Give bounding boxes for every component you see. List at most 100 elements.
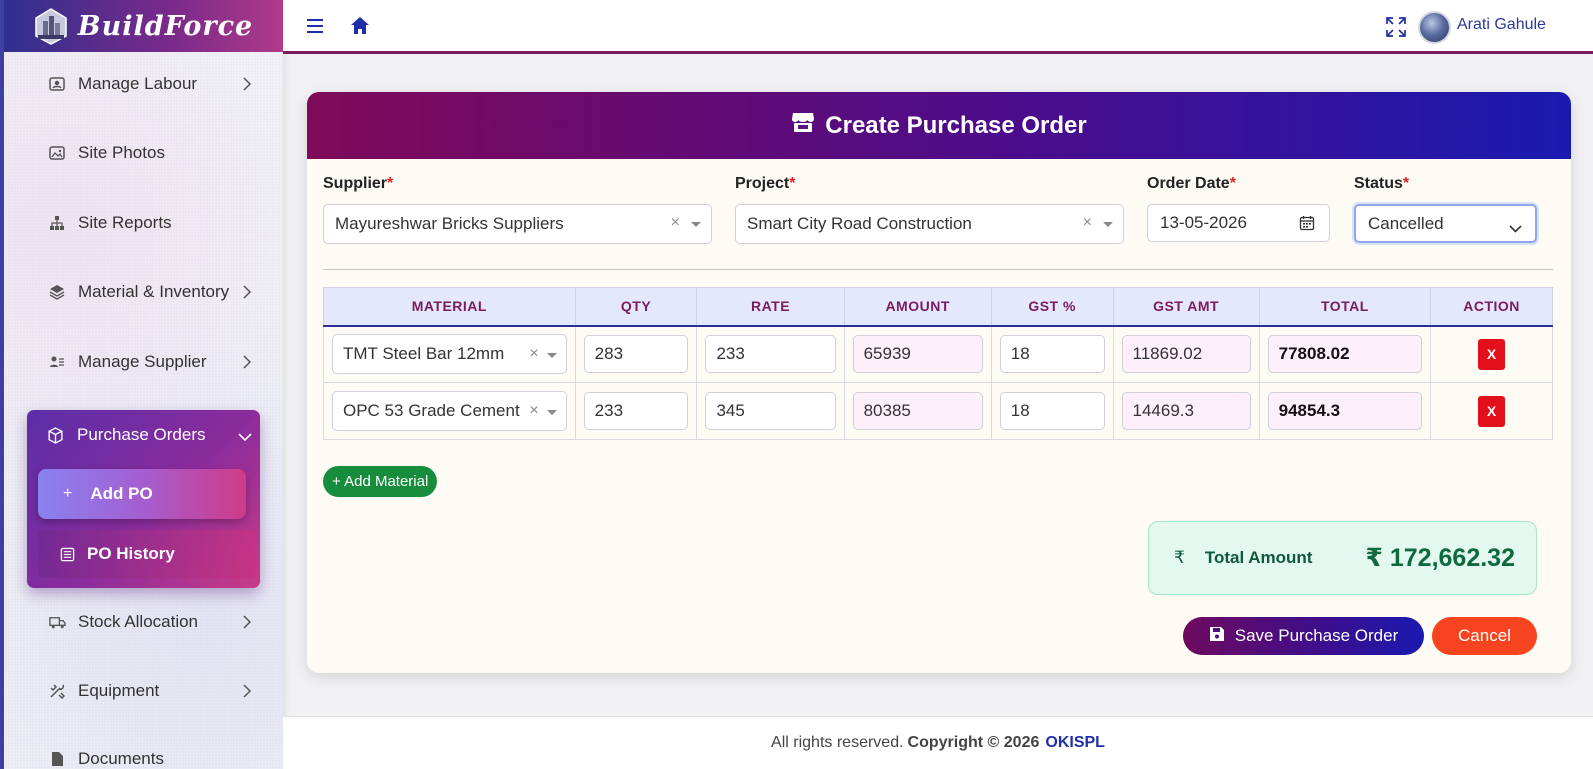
layers-icon	[48, 283, 66, 301]
card-header: Create Purchase Order	[307, 92, 1571, 159]
column-header-action: ACTION	[1430, 287, 1553, 327]
purchase-order-card: Create Purchase Order Supplier* Mayuresh…	[307, 92, 1571, 673]
table-row: TMT Steel Bar 12mm × 283 233 65939 18 11…	[323, 325, 1553, 383]
material-value: OPC 53 Grade Cement	[343, 401, 520, 420]
footer-copyright: Copyright © 2026	[907, 734, 1040, 751]
clear-icon[interactable]: ×	[671, 214, 680, 232]
amount-field: 80385	[852, 392, 983, 430]
save-purchase-order-button[interactable]: Save Purchase Order	[1183, 617, 1424, 655]
rate-input[interactable]: 233	[705, 335, 836, 374]
column-header-gst-percent: GST %	[990, 287, 1114, 327]
supplier-label: Supplier*	[323, 175, 394, 192]
status-select[interactable]: Cancelled	[1354, 204, 1537, 243]
caret-down-icon[interactable]	[546, 410, 557, 415]
sidebar-item-stock-allocation[interactable]: Stock Allocation	[48, 607, 258, 637]
footer-org-link[interactable]: OKISPL	[1045, 734, 1105, 752]
table-row: OPC 53 Grade Cement × 233 345 80385 18 1…	[323, 382, 1553, 440]
box-icon	[47, 426, 65, 444]
sidebar-item-label: Equipment	[78, 681, 160, 700]
project-label: Project*	[735, 175, 796, 192]
supplier-value: Mayureshwar Bricks Suppliers	[335, 214, 564, 233]
clear-icon[interactable]: ×	[1083, 214, 1092, 232]
rate-input[interactable]: 345	[705, 392, 836, 430]
user-list-icon	[48, 353, 66, 371]
gst-amount-field: 11869.02	[1121, 335, 1251, 374]
caret-down-icon[interactable]	[691, 222, 701, 227]
chevron-right-icon	[242, 284, 252, 304]
user-name[interactable]: Arati Gahule	[1457, 16, 1546, 34]
sidebar-subitem-label: Add PO	[90, 484, 153, 503]
chevron-right-icon	[242, 76, 252, 96]
rupee-icon: ₹	[1174, 548, 1185, 567]
user-badge-icon	[48, 75, 66, 93]
qty-input[interactable]: 233	[583, 392, 689, 430]
sidebar-item-documents[interactable]: Documents	[48, 744, 258, 769]
order-date-input[interactable]: 13-05-2026	[1147, 204, 1330, 242]
top-bar: Arati Gahule	[283, 0, 1593, 54]
material-value: TMT Steel Bar 12mm	[343, 344, 505, 364]
list-icon	[60, 547, 75, 562]
sidebar-item-site-photos[interactable]: Site Photos	[48, 138, 258, 168]
clear-icon[interactable]: ×	[529, 402, 538, 420]
gst-percent-input[interactable]: 18	[999, 335, 1105, 374]
amount-field: 65939	[852, 335, 983, 374]
avatar[interactable]	[1418, 11, 1451, 44]
sidebar-subitem-add-po[interactable]: + Add PO	[38, 469, 246, 519]
material-select[interactable]: TMT Steel Bar 12mm ×	[332, 334, 567, 375]
delete-row-button[interactable]: X	[1478, 395, 1506, 427]
page-title: Create Purchase Order	[825, 111, 1087, 139]
gst-percent-input[interactable]: 18	[999, 392, 1105, 430]
add-material-button[interactable]: + Add Material	[323, 466, 438, 497]
home-icon[interactable]	[350, 16, 370, 40]
calendar-icon[interactable]	[1299, 215, 1315, 236]
column-header-gst-amount: GST AMT	[1112, 287, 1260, 327]
truck-icon	[48, 613, 66, 631]
clear-icon[interactable]: ×	[529, 345, 538, 363]
save-button-label: Save Purchase Order	[1234, 626, 1399, 645]
file-icon	[48, 750, 66, 768]
column-header-amount: AMOUNT	[843, 287, 992, 327]
cancel-button[interactable]: Cancel	[1432, 617, 1537, 655]
sidebar-item-equipment[interactable]: Equipment	[48, 676, 258, 706]
construction-logo-icon	[34, 7, 68, 45]
delete-row-button[interactable]: X	[1478, 338, 1506, 370]
supplier-select[interactable]: Mayureshwar Bricks Suppliers ×	[323, 204, 712, 244]
hamburger-menu-icon[interactable]	[306, 18, 324, 39]
sidebar-item-manage-labour[interactable]: Manage Labour	[48, 69, 258, 99]
caret-down-icon[interactable]	[1103, 222, 1113, 227]
column-header-material: MATERIAL	[323, 287, 576, 327]
qty-input[interactable]: 283	[583, 335, 689, 374]
sidebar-item-label: Purchase Orders	[77, 425, 206, 444]
sidebar-item-label: Site Reports	[78, 213, 172, 232]
sidebar-item-manage-supplier[interactable]: Manage Supplier	[48, 347, 258, 377]
chevron-down-icon	[238, 427, 252, 447]
status-value: Cancelled	[1368, 213, 1444, 233]
material-select[interactable]: OPC 53 Grade Cement ×	[332, 391, 567, 431]
footer: All rights reserved. Copyright © 2026 OK…	[283, 716, 1593, 769]
sidebar-item-site-reports[interactable]: Site Reports	[48, 208, 258, 238]
sidebar-subitem-po-history[interactable]: PO History	[38, 530, 256, 578]
chevron-down-icon	[1509, 218, 1522, 238]
chevron-right-icon	[242, 683, 252, 703]
sidebar-group-purchase-orders: Purchase Orders + Add PO PO History	[27, 410, 260, 588]
row-total-field: 94854.3	[1267, 392, 1423, 430]
total-amount-label: Total Amount	[1204, 548, 1313, 567]
tools-icon	[48, 682, 66, 700]
brand-header[interactable]: BuildForce	[4, 0, 283, 52]
sidebar-item-label: Stock Allocation	[78, 612, 199, 631]
project-select[interactable]: Smart City Road Construction ×	[735, 204, 1124, 244]
fullscreen-icon[interactable]	[1385, 16, 1407, 43]
order-date-value: 13-05-2026	[1160, 213, 1247, 232]
sidebar-item-label: Manage Supplier	[78, 352, 207, 371]
order-date-label: Order Date*	[1147, 175, 1236, 192]
sidebar-subitem-label: PO History	[87, 544, 175, 563]
table-header-row: MATERIAL QTY RATE AMOUNT GST % GST AMT T…	[323, 287, 1553, 327]
materials-table: MATERIAL QTY RATE AMOUNT GST % GST AMT T…	[323, 287, 1553, 440]
sidebar-item-purchase-orders[interactable]: Purchase Orders	[47, 420, 252, 450]
footer-text: All rights reserved.	[771, 734, 904, 751]
caret-down-icon[interactable]	[546, 353, 557, 359]
sidebar-item-label: Documents	[78, 749, 164, 768]
sidebar-item-material-inventory[interactable]: Material & Inventory	[48, 277, 258, 307]
sidebar-item-label: Material & Inventory	[78, 282, 230, 301]
total-amount-value: ₹ 172,662.32	[1365, 544, 1515, 572]
